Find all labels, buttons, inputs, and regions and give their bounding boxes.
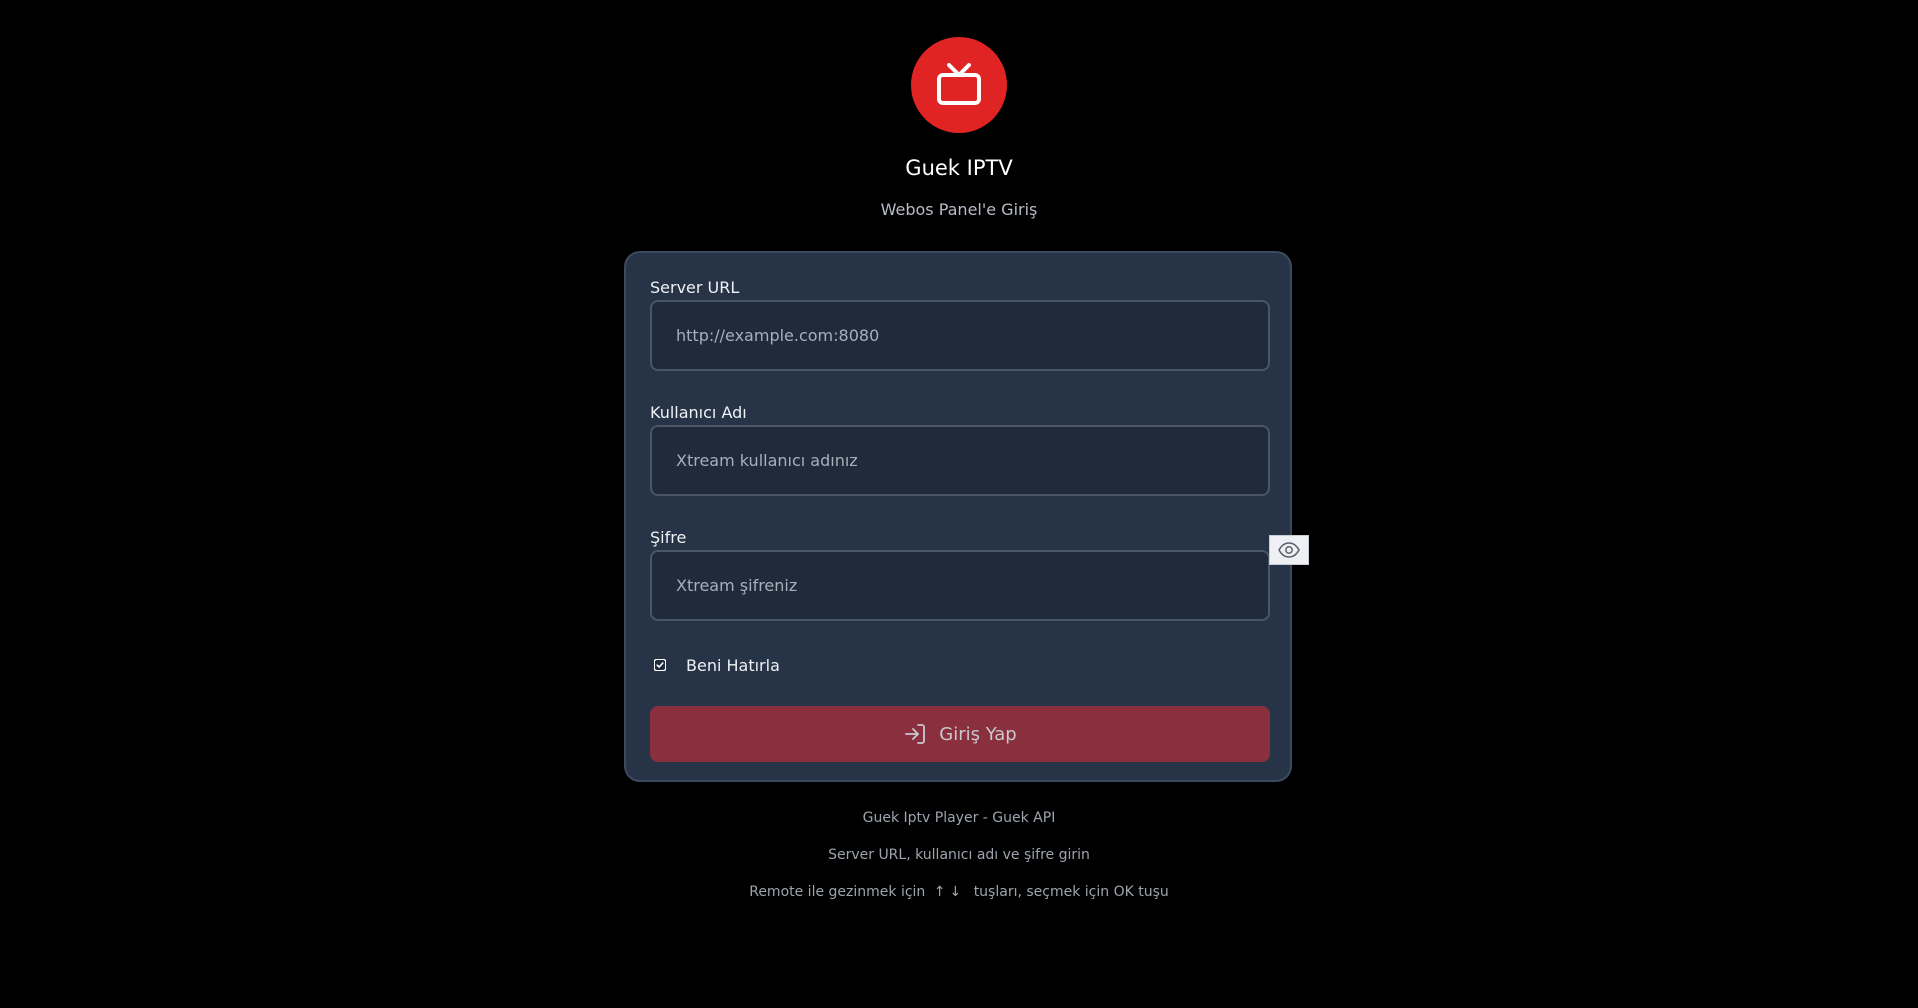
app-subtitle: Webos Panel'e Giriş [880,200,1038,219]
remote-hint-prefix: Remote ile gezinmek için [749,884,926,900]
remember-me-checkbox[interactable] [654,659,666,671]
toggle-password-visibility-button[interactable] [1269,535,1309,565]
password-input[interactable] [650,550,1270,621]
footer-instructions: Server URL, kullanıcı adı ve şifre girin [828,847,1090,863]
remember-me-row[interactable]: Beni Hatırla [650,653,780,677]
footer-credit: Guek Iptv Player - Guek API [862,810,1056,826]
username-input[interactable] [650,425,1270,496]
login-page: Guek IPTV Webos Panel'e Giriş Server URL… [0,0,1918,1008]
login-card: Server URL Kullanıcı Adı Şifre Beni Hatı… [624,251,1292,782]
server-url-label: Server URL [650,278,740,297]
eye-icon [1278,542,1300,558]
remember-me-label: Beni Hatırla [686,655,780,675]
login-button-label: Giriş Yap [939,723,1017,745]
login-icon [905,724,926,744]
remote-hint-arrows: ↑↓ [933,884,966,900]
footer-remote-hint: Remote ile gezinmek için ↑↓ tuşları, seç… [0,882,1918,902]
remote-hint-suffix: tuşları, seçmek için OK tuşu [973,884,1169,900]
password-label: Şifre [650,528,687,547]
app-logo [911,37,1007,133]
login-button[interactable]: Giriş Yap [650,706,1270,762]
checkbox-fill [655,660,665,670]
username-label: Kullanıcı Adı [650,403,747,422]
checkmark-icon [656,662,664,668]
app-title: Guek IPTV [905,156,1013,180]
server-url-input[interactable] [650,300,1270,371]
tv-icon [937,63,981,105]
